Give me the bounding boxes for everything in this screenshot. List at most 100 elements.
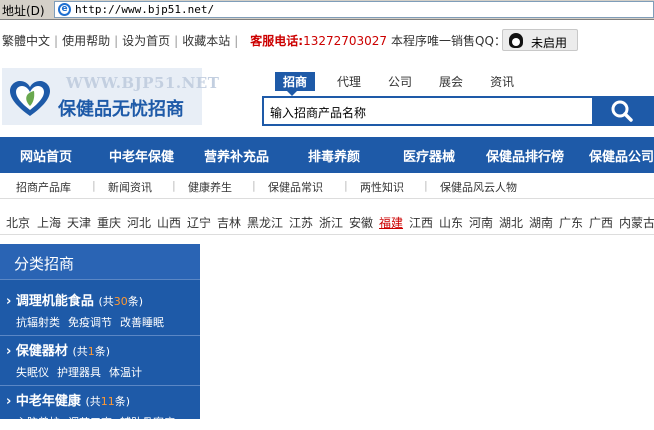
separator: | xyxy=(252,179,256,192)
subnav-product-library[interactable]: 招商产品库 xyxy=(16,179,71,195)
category-count: (共11条) xyxy=(85,395,131,408)
separator: | xyxy=(54,34,59,48)
link-help[interactable]: 使用帮助 xyxy=(62,34,110,48)
divider xyxy=(0,335,200,336)
qq-note: 本程序唯一销售QQ： xyxy=(391,34,506,48)
separator: | xyxy=(234,34,239,48)
link-bookmark[interactable]: 收藏本站 xyxy=(182,34,230,48)
region-link[interactable]: 湖北 xyxy=(499,214,523,231)
qq-status-label: 未启用 xyxy=(531,36,568,50)
nav-companies[interactable]: 保健品公司 xyxy=(589,146,654,165)
subcategory-link[interactable]: 失眠仪 xyxy=(16,366,49,379)
top-bar: 繁體中文 | 使用帮助 | 设为首页 | 收藏本站 | 客服电话:13272703027 本程序唯… xyxy=(0,28,654,52)
subcategory-link[interactable]: 护理器具 xyxy=(57,366,101,379)
subcategory-link[interactable]: 心脑养护 xyxy=(16,416,60,429)
tel-label: 客服电话: xyxy=(250,34,304,48)
region-link[interactable]: 上海 xyxy=(37,214,61,231)
search-tab-zhanhui[interactable]: 展会 xyxy=(439,73,463,90)
search-box[interactable]: 输入招商产品名称 xyxy=(262,96,654,126)
chevron-right-icon: › xyxy=(6,294,12,309)
subcategory-link[interactable]: 辅助骨密度 xyxy=(120,416,175,429)
region-link[interactable]: 山东 xyxy=(439,214,463,231)
region-link[interactable]: 河南 xyxy=(469,214,493,231)
subcategory-link[interactable]: 调节三高 xyxy=(68,416,112,429)
category-subs: 失眠仪 护理器具 体温计 xyxy=(16,364,150,380)
region-link[interactable]: 河北 xyxy=(127,214,151,231)
subcategory-link[interactable]: 免疫调节 xyxy=(68,316,112,329)
search-tab-gongsi[interactable]: 公司 xyxy=(388,73,412,90)
category-sidebar: 分类招商 › 调理机能食品 (共30条) 抗辐射类 免疫调节 改善睡眠 › 保健器材… xyxy=(0,244,200,429)
address-input[interactable]: e http://www.bjp51.net/ xyxy=(54,1,654,18)
separator: | xyxy=(172,179,176,192)
region-link[interactable]: 广西 xyxy=(589,214,613,231)
category-title[interactable]: › 调理机能食品 (共30条) xyxy=(6,290,143,309)
region-link[interactable]: 安徽 xyxy=(349,214,373,231)
region-link[interactable]: 湖南 xyxy=(529,214,553,231)
subnav-news[interactable]: 新闻资讯 xyxy=(108,179,152,195)
subnav-knowledge[interactable]: 保健品常识 xyxy=(268,179,323,195)
category-title[interactable]: › 保健器材 (共1条) xyxy=(6,340,110,359)
region-link[interactable]: 江西 xyxy=(409,214,433,231)
search-tab-zhaoshang[interactable]: 招商 xyxy=(275,72,316,96)
search-button[interactable] xyxy=(592,98,654,124)
separator: | xyxy=(174,34,179,48)
nav-nutrition[interactable]: 营养补充品 xyxy=(204,146,269,165)
category-name[interactable]: 中老年健康 xyxy=(16,394,81,409)
site-logo[interactable]: WWW.BJP51.NET 保健品无忧招商 xyxy=(2,68,219,125)
nav-ranking[interactable]: 保健品排行榜 xyxy=(486,146,564,165)
nav-home[interactable]: 网站首页 xyxy=(20,146,72,165)
address-url: http://www.bjp51.net/ xyxy=(75,3,215,16)
region-link-active[interactable]: 福建 xyxy=(379,214,403,231)
region-link[interactable]: 黑龙江 xyxy=(247,214,283,231)
separator: | xyxy=(114,34,119,48)
qq-status-button[interactable]: 未启用 xyxy=(502,29,578,51)
main-nav: 网站首页 中老年保健 营养补充品 排毒养颜 医疗器械 保健品排行榜 保健品公司 xyxy=(0,137,654,173)
region-link[interactable]: 北京 xyxy=(6,214,30,231)
subnav-sex-knowledge[interactable]: 两性知识 xyxy=(360,179,404,195)
region-link[interactable]: 广东 xyxy=(559,214,583,231)
qq-penguin-icon xyxy=(509,33,523,48)
address-bar: 地址(D) e http://www.bjp51.net/ xyxy=(0,0,654,20)
search-tabs: 招商 代理 公司 展会 资讯 xyxy=(275,72,541,96)
logo-domain: WWW.BJP51.NET xyxy=(66,74,220,92)
region-link[interactable]: 天津 xyxy=(67,214,91,231)
separator: | xyxy=(92,179,96,192)
subcategory-link[interactable]: 体温计 xyxy=(109,366,142,379)
region-link[interactable]: 内蒙古 xyxy=(619,214,654,231)
region-link[interactable]: 浙江 xyxy=(319,214,343,231)
nav-elderly-care[interactable]: 中老年保健 xyxy=(109,146,174,165)
category-subs: 抗辐射类 免疫调节 改善睡眠 xyxy=(16,314,172,330)
tel-number: 13272703027 xyxy=(303,34,388,48)
sidebar-title: 分类招商 xyxy=(14,255,75,273)
separator: | xyxy=(424,179,428,192)
nav-detox[interactable]: 排毒养颜 xyxy=(308,146,360,165)
category-count: (共30条) xyxy=(98,295,144,308)
region-link[interactable]: 辽宁 xyxy=(187,214,211,231)
region-link[interactable]: 重庆 xyxy=(97,214,121,231)
link-set-homepage[interactable]: 设为首页 xyxy=(122,34,170,48)
region-link[interactable]: 吉林 xyxy=(217,214,241,231)
search-tab-daili[interactable]: 代理 xyxy=(337,73,361,90)
search-tab-zixun[interactable]: 资讯 xyxy=(490,73,514,90)
subnav-health[interactable]: 健康养生 xyxy=(188,179,232,195)
chevron-right-icon: › xyxy=(6,394,12,409)
region-link[interactable]: 江苏 xyxy=(289,214,313,231)
chevron-right-icon: › xyxy=(6,344,12,359)
ie-page-icon: e xyxy=(58,3,71,16)
subcategory-link[interactable]: 抗辐射类 xyxy=(16,316,60,329)
link-traditional-chinese[interactable]: 繁體中文 xyxy=(2,34,50,48)
separator: | xyxy=(344,179,348,192)
region-link[interactable]: 山西 xyxy=(157,214,181,231)
subnav-celebrities[interactable]: 保健品风云人物 xyxy=(440,179,517,195)
category-title[interactable]: › 中老年健康 (共11条) xyxy=(6,390,130,409)
category-name[interactable]: 调理机能食品 xyxy=(16,294,94,309)
search-input[interactable]: 输入招商产品名称 xyxy=(270,104,366,121)
sidebar-header: 分类招商 xyxy=(0,244,200,280)
category-count: (共1条) xyxy=(72,345,111,358)
subcategory-link[interactable]: 改善睡眠 xyxy=(120,316,164,329)
logo-name: 保健品无忧招商 xyxy=(58,99,184,120)
category-name[interactable]: 保健器材 xyxy=(16,344,68,359)
sub-nav: 招商产品库 | 新闻资讯 | 健康养生 | 保健品常识 | 两性知识 | 保健品… xyxy=(0,173,654,199)
nav-medical-devices[interactable]: 医疗器械 xyxy=(403,146,455,165)
region-bar: 北京 上海 天津 重庆 河北 山西 辽宁 吉林 黑龙江 江苏 浙江 安徽 福建 … xyxy=(0,205,654,235)
